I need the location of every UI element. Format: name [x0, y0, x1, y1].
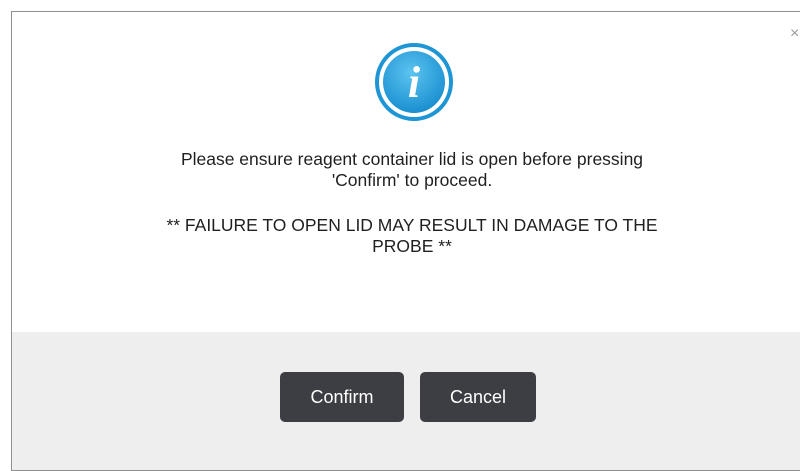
info-letter: i	[408, 58, 421, 107]
confirm-dialog: × i Please ensure reagent container lid …	[11, 11, 800, 471]
dialog-message: Please ensure reagent container lid is o…	[12, 149, 800, 257]
cancel-button[interactable]: Cancel	[420, 372, 536, 422]
close-icon[interactable]: ×	[790, 26, 799, 42]
confirm-button[interactable]: Confirm	[280, 372, 404, 422]
info-circle-icon: i	[375, 43, 453, 121]
dialog-footer: Confirm Cancel	[12, 332, 800, 470]
message-line-2: 'Confirm' to proceed.	[331, 170, 493, 190]
warning-line-1: ** FAILURE TO OPEN LID MAY RESULT IN DAM…	[166, 215, 658, 235]
warning-line-2: PROBE **	[372, 236, 452, 256]
message-line-1: Please ensure reagent container lid is o…	[180, 149, 644, 169]
